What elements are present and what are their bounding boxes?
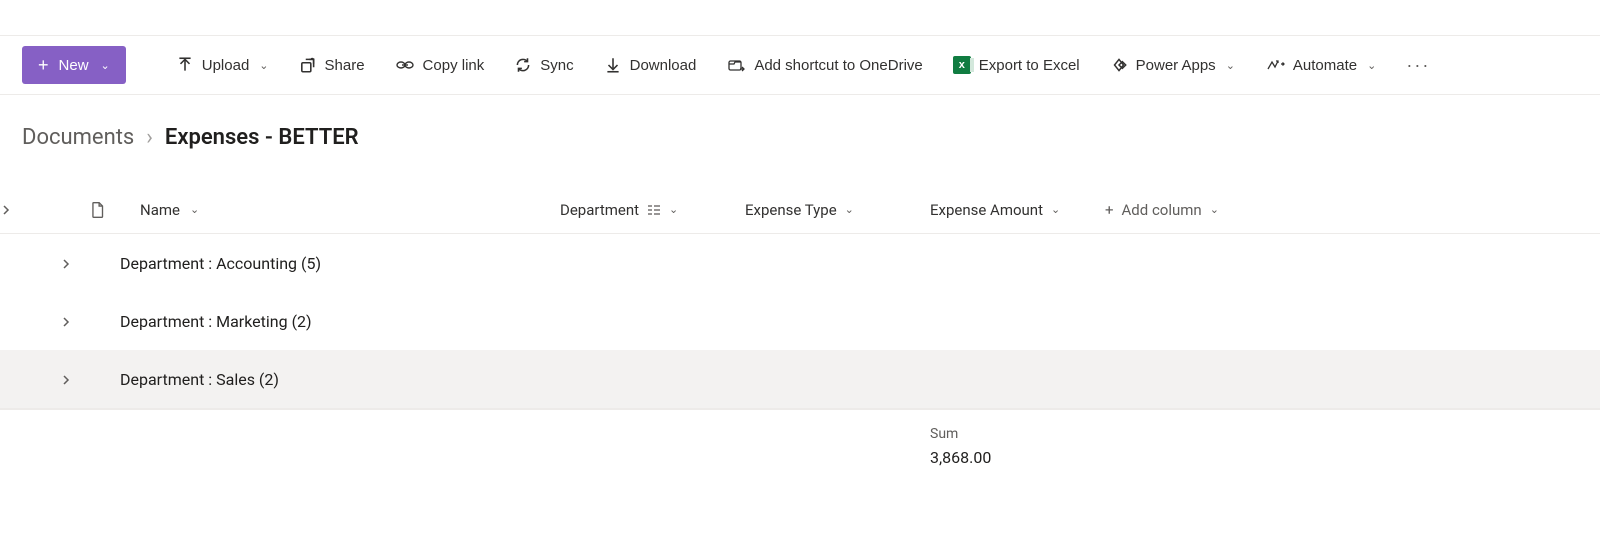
column-header-row: Name ⌄ Department ⌄ Expense Type ⌄ Expen…: [0, 186, 1600, 234]
link-icon: [395, 56, 415, 74]
add-shortcut-button[interactable]: Add shortcut to OneDrive: [716, 46, 932, 84]
plus-icon: +: [38, 56, 49, 74]
totals-label: Sum: [930, 426, 1600, 442]
breadcrumb-root[interactable]: Documents: [22, 125, 134, 150]
download-icon: [604, 56, 622, 74]
name-column-label: Name: [140, 201, 180, 219]
more-icon: ···: [1406, 55, 1430, 76]
group-expand-toggle[interactable]: [0, 374, 90, 386]
chevron-down-icon: ⌄: [190, 203, 199, 216]
power-apps-label: Power Apps: [1136, 57, 1216, 74]
department-column-label: Department: [560, 201, 639, 219]
upload-icon: [176, 56, 194, 74]
group-rows: Department : Accounting (5) Department :…: [0, 234, 1600, 409]
group-row-accounting[interactable]: Department : Accounting (5): [0, 234, 1600, 292]
chevron-down-icon: ⌄: [1210, 203, 1219, 216]
grouped-by-icon: [647, 204, 661, 216]
group-expand-toggle[interactable]: [0, 258, 90, 270]
export-excel-label: Export to Excel: [979, 57, 1080, 74]
chevron-down-icon: ⌄: [669, 203, 678, 216]
share-button[interactable]: Share: [289, 46, 375, 84]
power-apps-icon: [1110, 56, 1128, 74]
new-button[interactable]: + New ⌄: [22, 46, 126, 84]
chevron-down-icon: ⌄: [1367, 59, 1376, 72]
group-expand-toggle[interactable]: [0, 316, 90, 328]
automate-icon: [1265, 56, 1285, 74]
file-type-column-header[interactable]: [90, 201, 140, 219]
expense-type-column-header[interactable]: Expense Type ⌄: [745, 201, 930, 219]
group-label: Department : Marketing (2): [90, 312, 312, 331]
download-label: Download: [630, 57, 697, 74]
group-row-sales[interactable]: Department : Sales (2): [0, 350, 1600, 408]
expense-amount-column-label: Expense Amount: [930, 201, 1043, 219]
chevron-down-icon: ⌄: [259, 59, 268, 72]
group-label: Department : Accounting (5): [90, 254, 321, 273]
new-button-label: New: [59, 57, 89, 74]
group-row-marketing[interactable]: Department : Marketing (2): [0, 292, 1600, 350]
expense-type-column-label: Expense Type: [745, 201, 837, 219]
more-actions-button[interactable]: ···: [1396, 46, 1440, 84]
group-label: Department : Sales (2): [90, 370, 279, 389]
onedrive-shortcut-icon: [726, 56, 746, 74]
department-column-header[interactable]: Department ⌄: [560, 201, 745, 219]
upload-button[interactable]: Upload ⌄: [166, 46, 279, 84]
share-icon: [299, 56, 317, 74]
export-excel-button[interactable]: x Export to Excel: [943, 46, 1090, 84]
download-button[interactable]: Download: [594, 46, 707, 84]
breadcrumb: Documents › Expenses - BETTER: [0, 95, 1600, 150]
totals-value: 3,868.00: [930, 448, 1600, 467]
breadcrumb-current: Expenses - BETTER: [165, 125, 359, 150]
plus-icon: +: [1105, 201, 1114, 219]
sync-label: Sync: [540, 57, 573, 74]
add-column-label: Add column: [1122, 201, 1202, 219]
chevron-down-icon: ⌄: [845, 203, 854, 216]
upload-label: Upload: [202, 57, 250, 74]
sync-icon: [514, 56, 532, 74]
list-view: Name ⌄ Department ⌄ Expense Type ⌄ Expen…: [0, 186, 1600, 410]
add-column-button[interactable]: + Add column ⌄: [1105, 201, 1600, 219]
chevron-down-icon: ⌄: [1226, 59, 1235, 72]
share-label: Share: [325, 57, 365, 74]
sync-button[interactable]: Sync: [504, 46, 583, 84]
automate-button[interactable]: Automate ⌄: [1255, 46, 1386, 84]
command-bar: + New ⌄ Upload ⌄ Share Copy link: [0, 35, 1600, 95]
excel-icon: x: [953, 56, 971, 74]
expense-amount-column-header[interactable]: Expense Amount ⌄: [930, 201, 1105, 219]
chevron-down-icon: ⌄: [1051, 203, 1060, 216]
copy-link-label: Copy link: [423, 57, 485, 74]
chevron-down-icon: ⌄: [101, 59, 110, 72]
expand-all-toggle[interactable]: [0, 204, 90, 216]
add-shortcut-label: Add shortcut to OneDrive: [754, 57, 922, 74]
copy-link-button[interactable]: Copy link: [385, 46, 495, 84]
column-totals: Sum 3,868.00: [0, 426, 1600, 467]
name-column-header[interactable]: Name ⌄: [140, 201, 560, 219]
chevron-right-icon: ›: [146, 125, 153, 150]
power-apps-button[interactable]: Power Apps ⌄: [1100, 46, 1245, 84]
automate-label: Automate: [1293, 57, 1357, 74]
